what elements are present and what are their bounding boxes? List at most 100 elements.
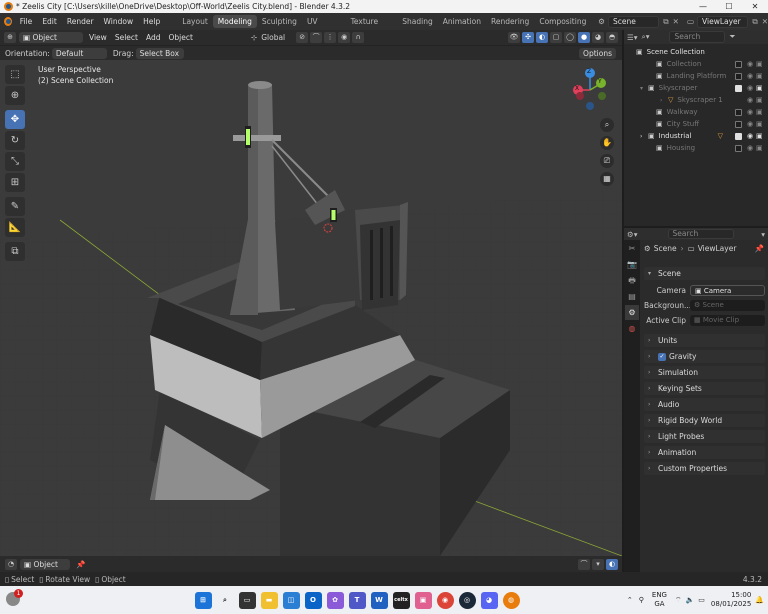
exclude-checkbox[interactable]	[735, 120, 742, 128]
overlay-toggle-icon[interactable]: ◐	[536, 32, 548, 43]
output-tab-icon[interactable]: 🖶	[625, 273, 639, 288]
eye-icon[interactable]: ◉	[747, 120, 756, 128]
menu-file[interactable]: File	[15, 17, 38, 26]
background-field[interactable]: ⚙ Scene	[690, 300, 765, 311]
file-explorer-icon[interactable]: ▬	[260, 591, 278, 609]
start-icon[interactable]: ⊞	[194, 591, 212, 609]
render-camera-icon[interactable]: ▣	[756, 108, 765, 116]
tray-chevron-icon[interactable]: ⌃	[627, 596, 633, 604]
outliner-row[interactable]: ▣ Landing Platform ◉ ▣	[624, 70, 768, 82]
blender-menu-icon[interactable]	[4, 17, 12, 26]
properties-options-icon[interactable]: ▾	[761, 230, 765, 239]
discord-icon[interactable]: ◕	[480, 591, 498, 609]
language-indicator[interactable]: ENG GA	[652, 591, 667, 609]
outliner-search-input[interactable]: Search	[669, 31, 726, 43]
outliner-row[interactable]: › ▣ Industrial ▽ ◉ ▣	[624, 130, 768, 142]
tab-compositing[interactable]: Compositing	[534, 15, 591, 28]
teams-icon[interactable]: T	[348, 591, 366, 609]
expand-arrow-icon[interactable]: ▾	[640, 85, 648, 92]
menu-help[interactable]: Help	[138, 17, 165, 26]
outliner-row[interactable]: › ▽ Skyscraper 1 ◉ ▣	[624, 94, 768, 106]
outliner-editor-icon[interactable]: ☰▾	[627, 33, 638, 42]
editor-type-icon[interactable]: ⊕	[4, 32, 16, 43]
render-camera-icon[interactable]: ▣	[756, 60, 765, 68]
tab-uv-editing[interactable]: UV Editing	[302, 15, 346, 39]
outliner-row[interactable]: ▣ Housing ◉ ▣	[624, 142, 768, 154]
new-viewlayer-icon[interactable]: ⧉	[752, 17, 757, 27]
clock[interactable]: 15:00 08/01/2025	[711, 591, 751, 609]
render-camera-icon[interactable]: ▣	[756, 132, 765, 140]
render-camera-icon[interactable]: ▣	[756, 120, 765, 128]
exclude-checkbox[interactable]	[735, 108, 742, 116]
menu-object[interactable]: Object	[164, 33, 196, 42]
rotate-tool-icon[interactable]: ↻	[5, 131, 25, 150]
options-button[interactable]: Options	[579, 47, 616, 59]
location-icon[interactable]: ⚲	[639, 596, 644, 604]
transform-orientation-icon[interactable]: ⊹	[247, 33, 261, 42]
section-rigid-body-world[interactable]: › Rigid Body World	[644, 414, 765, 427]
transform-tool-icon[interactable]: ⊞	[5, 173, 25, 192]
expand-arrow-icon[interactable]: ›	[640, 133, 648, 140]
pan-hand-icon[interactable]: ✋	[600, 136, 614, 150]
exclude-checkbox[interactable]	[735, 72, 742, 80]
drag-dropdown[interactable]: Select Box	[135, 47, 184, 59]
render-camera-icon[interactable]: ▣	[756, 84, 765, 92]
menu-edit[interactable]: Edit	[37, 17, 62, 26]
cursor-tool-icon[interactable]: ⊕	[5, 86, 25, 105]
eye-icon[interactable]: ◉	[747, 96, 756, 104]
widgets-icon[interactable]: 1	[6, 589, 23, 608]
footer-snap-icon[interactable]: ⌒	[578, 558, 590, 570]
gizmo-toggle-icon[interactable]: ✣	[522, 32, 534, 43]
delete-viewlayer-icon[interactable]: ✕	[762, 17, 768, 26]
gravity-checkbox[interactable]: ✓	[658, 352, 666, 361]
tab-layout[interactable]: Layout	[177, 15, 213, 28]
new-scene-icon[interactable]: ⧉	[663, 17, 668, 27]
orientation-dropdown[interactable]: Default	[51, 47, 107, 59]
properties-search-input[interactable]: Search	[667, 229, 734, 239]
menu-add[interactable]: Add	[142, 33, 165, 42]
store-icon[interactable]: ◫	[282, 591, 300, 609]
eye-icon[interactable]: ◉	[747, 108, 756, 116]
expand-arrow-icon[interactable]: ›	[660, 97, 668, 104]
camera-view-icon[interactable]: ⎚	[600, 154, 614, 168]
outliner-root[interactable]: ▣ Scene Collection	[624, 46, 768, 58]
footer-overlay-icon[interactable]: ◐	[606, 558, 618, 570]
copilot-icon[interactable]: ✿	[326, 591, 344, 609]
section-units[interactable]: › Units	[644, 334, 765, 347]
scene-tab-icon[interactable]: ⚙	[625, 305, 639, 320]
tab-rendering[interactable]: Rendering	[486, 15, 534, 28]
section-animation[interactable]: › Animation	[644, 446, 765, 459]
delete-scene-icon[interactable]: ✕	[673, 17, 679, 26]
section-gravity[interactable]: › ✓ Gravity	[644, 350, 765, 363]
close-button[interactable]: ✕	[742, 2, 768, 11]
render-camera-icon[interactable]: ▣	[756, 144, 765, 152]
eye-icon[interactable]: ◉	[747, 60, 756, 68]
object-mode-footer-dropdown[interactable]: ▣ Object	[20, 558, 70, 570]
outliner-row[interactable]: ▣ Walkway ◉ ▣	[624, 106, 768, 118]
scene-panel-header[interactable]: ▾ Scene	[644, 267, 765, 280]
visibility-icon[interactable]: 👁	[508, 32, 520, 43]
section-light-probes[interactable]: › Light Probes	[644, 430, 765, 443]
steam-icon[interactable]: ◎	[458, 591, 476, 609]
tab-texture-paint[interactable]: Texture Paint	[346, 15, 398, 39]
exclude-checkbox[interactable]	[735, 144, 742, 152]
add-cube-tool-icon[interactable]: ⧉	[5, 242, 25, 261]
3d-viewport[interactable]: User Perspective (2) Scene Collection Z …	[0, 60, 622, 556]
render-camera-icon[interactable]: ▣	[756, 72, 765, 80]
outliner-row[interactable]: ▣ City Stuff ◉ ▣	[624, 118, 768, 130]
zoom-icon[interactable]: ⌕	[600, 118, 614, 132]
snap-icon[interactable]: ⌒	[310, 32, 323, 43]
eye-icon[interactable]: ◉	[747, 72, 756, 80]
outliner-row[interactable]: ▣ Collection ◉ ▣	[624, 58, 768, 70]
tab-shading[interactable]: Shading	[397, 15, 437, 28]
photos-icon[interactable]: ▣	[414, 591, 432, 609]
section-keying-sets[interactable]: › Keying Sets	[644, 382, 765, 395]
eye-icon[interactable]: ◉	[747, 144, 756, 152]
exclude-checkbox[interactable]	[735, 60, 742, 68]
shading-solid-icon[interactable]: ●	[578, 32, 590, 43]
volume-icon[interactable]: 🔈	[686, 596, 695, 604]
outliner-row[interactable]: ▾ ▣ Skyscraper ◉ ▣	[624, 82, 768, 94]
footer-options-icon[interactable]: ▾	[592, 558, 604, 570]
section-custom-properties[interactable]: › Custom Properties	[644, 462, 765, 475]
pivot-icon[interactable]: ⊘	[296, 32, 309, 43]
